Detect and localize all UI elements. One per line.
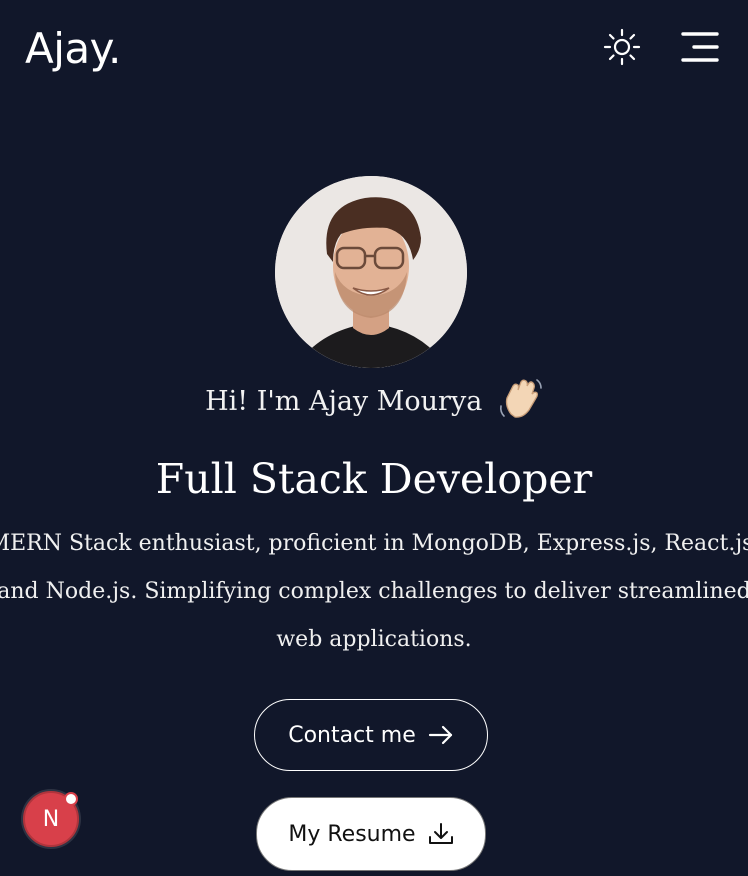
menu-button[interactable] [680, 30, 720, 64]
theme-toggle-button[interactable] [603, 28, 641, 66]
menu-icon [681, 32, 719, 62]
contact-me-label: Contact me [288, 722, 416, 748]
my-resume-label: My Resume [288, 821, 416, 847]
contact-me-button[interactable]: Contact me [254, 699, 488, 771]
greeting-text: Hi! I'm Ajay Mourya [205, 386, 483, 417]
hero-intro: MERN Stack enthusiast, proficient in Mon… [0, 531, 748, 652]
dev-badge-label: N [42, 806, 60, 832]
download-icon [428, 823, 453, 844]
sun-icon [603, 28, 641, 66]
arrow-right-icon [428, 725, 452, 745]
site-logo[interactable]: Ajay. [25, 24, 121, 74]
my-resume-button[interactable]: My Resume [256, 797, 486, 871]
hero-headline: Full Stack Developer [155, 455, 593, 503]
profile-avatar [275, 176, 467, 368]
hero-greeting: Hi! I'm Ajay Mourya [0, 378, 748, 424]
waving-hand-icon [499, 378, 542, 418]
notification-dot [64, 792, 78, 806]
